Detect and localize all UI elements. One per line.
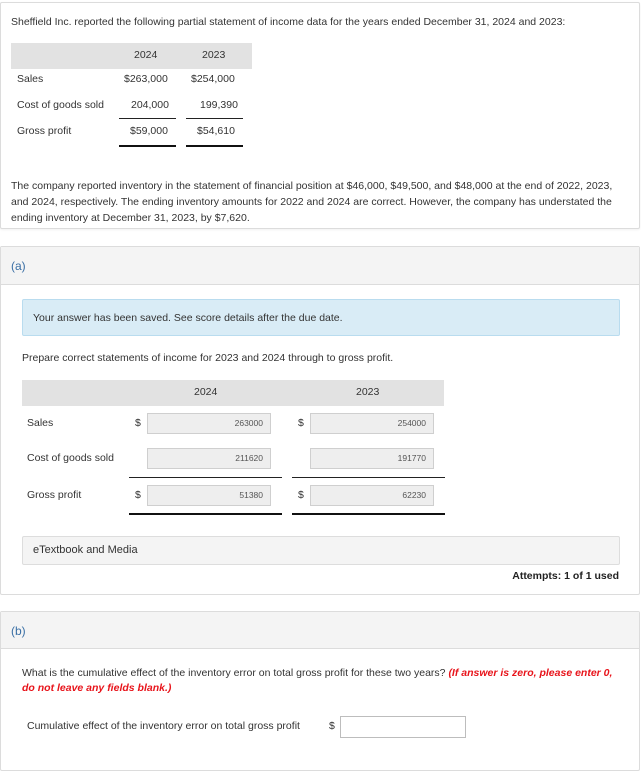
given-cell: 199,390: [200, 99, 238, 111]
subtotal-rule: [129, 477, 282, 478]
dollar-sign: $: [298, 417, 304, 429]
total-rule: [186, 145, 243, 147]
problem-card: Sheffield Inc. reported the following pa…: [0, 2, 640, 229]
part-b-card: (b) What is the cumulative effect of the…: [0, 611, 640, 771]
cumulative-effect-input[interactable]: [340, 716, 466, 738]
answer-header-2023: 2023: [356, 386, 380, 398]
gross-profit-2023-input[interactable]: 62230: [310, 485, 434, 506]
part-a-card: (a) Your answer has been saved. See scor…: [0, 246, 640, 595]
problem-intro: Sheffield Inc. reported the following pa…: [11, 16, 566, 28]
sales-2024-input[interactable]: 263000: [147, 413, 271, 434]
subtotal-rule: [119, 118, 176, 119]
total-rule: [292, 513, 445, 515]
problem-description: The company reported inventory in the st…: [11, 180, 613, 224]
given-row-label: Sales: [17, 73, 44, 85]
given-header-2023: 2023: [202, 49, 226, 61]
part-a-header: (a): [1, 247, 639, 285]
given-row-label: Cost of goods sold: [17, 99, 104, 111]
saved-alert: Your answer has been saved. See score de…: [22, 299, 620, 336]
given-cell: $54,610: [197, 125, 235, 137]
part-a-label: (a): [11, 259, 26, 273]
dollar-sign: $: [135, 489, 141, 501]
answer-table-header: [22, 380, 444, 406]
answer-row-label: Cost of goods sold: [27, 452, 114, 464]
dollar-sign: $: [135, 417, 141, 429]
part-b-label: (b): [11, 624, 26, 638]
answer-row-label: Gross profit: [27, 489, 82, 501]
part-b-question-text: What is the cumulative effect of the inv…: [22, 667, 446, 679]
given-cell: $254,000: [191, 73, 235, 85]
part-b-header: (b): [1, 612, 639, 649]
given-cell: $263,000: [124, 73, 168, 85]
given-row-label: Gross profit: [17, 125, 72, 137]
attempts-label: Attempts: 1 of 1 used: [512, 570, 619, 582]
etextbook-label: eTextbook and Media: [33, 544, 138, 556]
given-cell: 204,000: [131, 99, 169, 111]
dollar-sign: $: [298, 489, 304, 501]
answer-row-label: Sales: [27, 417, 54, 429]
subtotal-rule: [292, 477, 445, 478]
gross-profit-2024-input[interactable]: 51380: [147, 485, 271, 506]
subtotal-rule: [186, 118, 243, 119]
sales-2023-input[interactable]: 254000: [310, 413, 434, 434]
part-a-instruction: Prepare correct statements of income for…: [22, 352, 394, 364]
etextbook-media-button[interactable]: eTextbook and Media: [22, 536, 620, 565]
given-cell: $59,000: [130, 125, 168, 137]
given-header-2024: 2024: [134, 49, 158, 61]
total-rule: [119, 145, 176, 147]
cumulative-effect-label: Cumulative effect of the inventory error…: [27, 720, 300, 732]
answer-header-2024: 2024: [194, 386, 218, 398]
cogs-2023-input[interactable]: 191770: [310, 448, 434, 469]
dollar-sign: $: [329, 720, 335, 732]
part-b-question: What is the cumulative effect of the inv…: [22, 666, 622, 696]
saved-alert-text: Your answer has been saved. See score de…: [33, 312, 343, 324]
total-rule: [129, 513, 282, 515]
cogs-2024-input[interactable]: 211620: [147, 448, 271, 469]
